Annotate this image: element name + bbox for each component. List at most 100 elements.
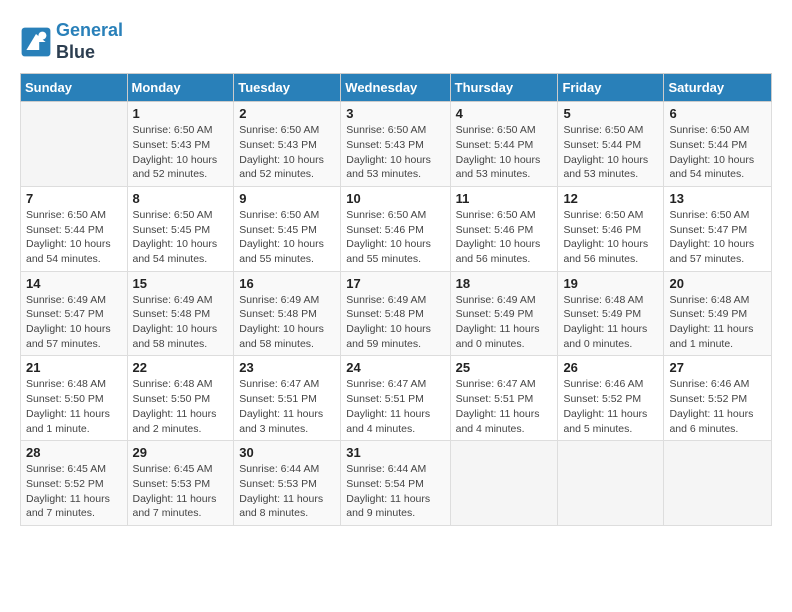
- day-info: Sunrise: 6:49 AM Sunset: 5:48 PM Dayligh…: [346, 293, 444, 352]
- calendar-week-row: 14 Sunrise: 6:49 AM Sunset: 5:47 PM Dayli…: [21, 271, 772, 356]
- day-number: 7: [26, 191, 122, 206]
- day-info: Sunrise: 6:50 AM Sunset: 5:45 PM Dayligh…: [133, 208, 229, 267]
- day-number: 2: [239, 106, 335, 121]
- day-info: Sunrise: 6:49 AM Sunset: 5:48 PM Dayligh…: [133, 293, 229, 352]
- calendar-cell: 30 Sunrise: 6:44 AM Sunset: 5:53 PM Dayli…: [234, 441, 341, 526]
- day-info: Sunrise: 6:47 AM Sunset: 5:51 PM Dayligh…: [239, 377, 335, 436]
- calendar-cell: 16 Sunrise: 6:49 AM Sunset: 5:48 PM Dayli…: [234, 271, 341, 356]
- calendar-cell: 24 Sunrise: 6:47 AM Sunset: 5:51 PM Dayli…: [341, 356, 450, 441]
- calendar-cell: 6 Sunrise: 6:50 AM Sunset: 5:44 PM Daylig…: [664, 102, 772, 187]
- day-number: 12: [563, 191, 658, 206]
- day-info: Sunrise: 6:45 AM Sunset: 5:52 PM Dayligh…: [26, 462, 122, 521]
- day-number: 6: [669, 106, 766, 121]
- day-number: 30: [239, 445, 335, 460]
- calendar-cell: 10Sunrise: 6:50 AM Sunset: 5:46 PM Dayli…: [341, 186, 450, 271]
- calendar-cell: 17 Sunrise: 6:49 AM Sunset: 5:48 PM Dayli…: [341, 271, 450, 356]
- calendar-cell: 29Sunrise: 6:45 AM Sunset: 5:53 PM Dayli…: [127, 441, 234, 526]
- weekday-header-wednesday: Wednesday: [341, 74, 450, 102]
- day-info: Sunrise: 6:49 AM Sunset: 5:49 PM Dayligh…: [456, 293, 553, 352]
- calendar-cell: [450, 441, 558, 526]
- calendar-week-row: 1 Sunrise: 6:50 AM Sunset: 5:43 PM Daylig…: [21, 102, 772, 187]
- calendar-cell: 19 Sunrise: 6:48 AM Sunset: 5:49 PM Dayli…: [558, 271, 664, 356]
- calendar-week-row: 28 Sunrise: 6:45 AM Sunset: 5:52 PM Dayli…: [21, 441, 772, 526]
- calendar-cell: 2 Sunrise: 6:50 AM Sunset: 5:43 PM Daylig…: [234, 102, 341, 187]
- day-number: 27: [669, 360, 766, 375]
- day-info: Sunrise: 6:48 AM Sunset: 5:50 PM Dayligh…: [133, 377, 229, 436]
- day-info: Sunrise: 6:44 AM Sunset: 5:53 PM Dayligh…: [239, 462, 335, 521]
- calendar-cell: [21, 102, 128, 187]
- day-number: 14: [26, 276, 122, 291]
- calendar-table: SundayMondayTuesdayWednesdayThursdayFrid…: [20, 73, 772, 526]
- day-number: 19: [563, 276, 658, 291]
- calendar-cell: 28 Sunrise: 6:45 AM Sunset: 5:52 PM Dayli…: [21, 441, 128, 526]
- day-info: Sunrise: 6:50 AM Sunset: 5:44 PM Dayligh…: [669, 123, 766, 182]
- day-number: 25: [456, 360, 553, 375]
- day-number: 15: [133, 276, 229, 291]
- calendar-cell: [558, 441, 664, 526]
- day-number: 22: [133, 360, 229, 375]
- day-info: Sunrise: 6:49 AM Sunset: 5:47 PM Dayligh…: [26, 293, 122, 352]
- day-info: Sunrise: 6:49 AM Sunset: 5:48 PM Dayligh…: [239, 293, 335, 352]
- day-number: 29: [133, 445, 229, 460]
- day-info: Sunrise: 6:50 AM Sunset: 5:43 PM Dayligh…: [239, 123, 335, 182]
- day-number: 16: [239, 276, 335, 291]
- day-number: 9: [239, 191, 335, 206]
- day-info: Sunrise: 6:47 AM Sunset: 5:51 PM Dayligh…: [346, 377, 444, 436]
- day-info: Sunrise: 6:48 AM Sunset: 5:50 PM Dayligh…: [26, 377, 122, 436]
- weekday-header-monday: Monday: [127, 74, 234, 102]
- day-info: Sunrise: 6:50 AM Sunset: 5:44 PM Dayligh…: [456, 123, 553, 182]
- calendar-cell: 1 Sunrise: 6:50 AM Sunset: 5:43 PM Daylig…: [127, 102, 234, 187]
- calendar-week-row: 21 Sunrise: 6:48 AM Sunset: 5:50 PM Dayli…: [21, 356, 772, 441]
- day-number: 18: [456, 276, 553, 291]
- day-info: Sunrise: 6:46 AM Sunset: 5:52 PM Dayligh…: [563, 377, 658, 436]
- page-header: General Blue: [20, 20, 772, 63]
- day-info: Sunrise: 6:50 AM Sunset: 5:46 PM Dayligh…: [346, 208, 444, 267]
- calendar-cell: 27 Sunrise: 6:46 AM Sunset: 5:52 PM Dayli…: [664, 356, 772, 441]
- calendar-cell: 11 Sunrise: 6:50 AM Sunset: 5:46 PM Dayli…: [450, 186, 558, 271]
- day-info: Sunrise: 6:44 AM Sunset: 5:54 PM Dayligh…: [346, 462, 444, 521]
- day-info: Sunrise: 6:48 AM Sunset: 5:49 PM Dayligh…: [563, 293, 658, 352]
- day-number: 28: [26, 445, 122, 460]
- calendar-cell: 22 Sunrise: 6:48 AM Sunset: 5:50 PM Dayli…: [127, 356, 234, 441]
- day-number: 24: [346, 360, 444, 375]
- day-info: Sunrise: 6:46 AM Sunset: 5:52 PM Dayligh…: [669, 377, 766, 436]
- day-number: 5: [563, 106, 658, 121]
- day-info: Sunrise: 6:50 AM Sunset: 5:43 PM Dayligh…: [133, 123, 229, 182]
- day-info: Sunrise: 6:50 AM Sunset: 5:44 PM Dayligh…: [563, 123, 658, 182]
- day-number: 20: [669, 276, 766, 291]
- day-number: 1: [133, 106, 229, 121]
- calendar-cell: 18 Sunrise: 6:49 AM Sunset: 5:49 PM Dayli…: [450, 271, 558, 356]
- calendar-cell: 5 Sunrise: 6:50 AM Sunset: 5:44 PM Daylig…: [558, 102, 664, 187]
- day-info: Sunrise: 6:50 AM Sunset: 5:47 PM Dayligh…: [669, 208, 766, 267]
- day-number: 8: [133, 191, 229, 206]
- calendar-cell: 4 Sunrise: 6:50 AM Sunset: 5:44 PM Daylig…: [450, 102, 558, 187]
- weekday-header-thursday: Thursday: [450, 74, 558, 102]
- calendar-week-row: 7Sunrise: 6:50 AM Sunset: 5:44 PM Daylig…: [21, 186, 772, 271]
- day-number: 23: [239, 360, 335, 375]
- weekday-header-sunday: Sunday: [21, 74, 128, 102]
- calendar-cell: 23 Sunrise: 6:47 AM Sunset: 5:51 PM Dayli…: [234, 356, 341, 441]
- day-number: 17: [346, 276, 444, 291]
- calendar-cell: 13Sunrise: 6:50 AM Sunset: 5:47 PM Dayli…: [664, 186, 772, 271]
- weekday-header-tuesday: Tuesday: [234, 74, 341, 102]
- day-number: 4: [456, 106, 553, 121]
- calendar-cell: 12 Sunrise: 6:50 AM Sunset: 5:46 PM Dayli…: [558, 186, 664, 271]
- day-info: Sunrise: 6:50 AM Sunset: 5:46 PM Dayligh…: [456, 208, 553, 267]
- weekday-header-friday: Friday: [558, 74, 664, 102]
- calendar-cell: 21 Sunrise: 6:48 AM Sunset: 5:50 PM Dayli…: [21, 356, 128, 441]
- day-number: 26: [563, 360, 658, 375]
- day-info: Sunrise: 6:50 AM Sunset: 5:45 PM Dayligh…: [239, 208, 335, 267]
- day-number: 21: [26, 360, 122, 375]
- calendar-cell: 3Sunrise: 6:50 AM Sunset: 5:43 PM Daylig…: [341, 102, 450, 187]
- day-info: Sunrise: 6:50 AM Sunset: 5:46 PM Dayligh…: [563, 208, 658, 267]
- calendar-cell: 14 Sunrise: 6:49 AM Sunset: 5:47 PM Dayli…: [21, 271, 128, 356]
- weekday-header-saturday: Saturday: [664, 74, 772, 102]
- calendar-cell: 9 Sunrise: 6:50 AM Sunset: 5:45 PM Daylig…: [234, 186, 341, 271]
- logo-text: General Blue: [56, 20, 123, 63]
- day-number: 11: [456, 191, 553, 206]
- calendar-cell: 8 Sunrise: 6:50 AM Sunset: 5:45 PM Daylig…: [127, 186, 234, 271]
- day-info: Sunrise: 6:47 AM Sunset: 5:51 PM Dayligh…: [456, 377, 553, 436]
- logo-icon: [20, 26, 52, 58]
- day-number: 31: [346, 445, 444, 460]
- day-number: 3: [346, 106, 444, 121]
